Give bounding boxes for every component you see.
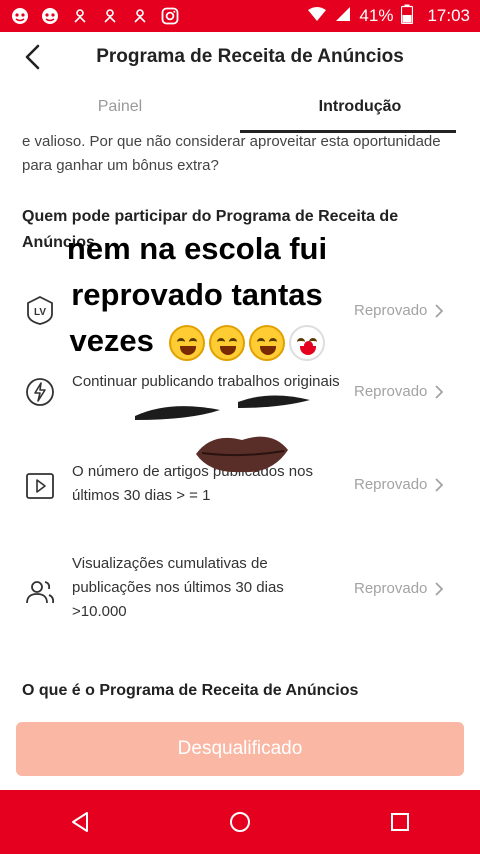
eyebrows-sticker	[135, 395, 310, 420]
tab-painel[interactable]: Painel	[0, 84, 240, 134]
laughing-emoji-icon	[168, 324, 205, 361]
system-nav-bar	[0, 790, 480, 854]
chevron-right-icon	[435, 384, 444, 399]
footer: Desqualificado	[0, 710, 480, 790]
back-triangle-icon[interactable]	[60, 802, 100, 842]
requirement-status: Reprovado	[354, 383, 444, 400]
disqualified-button[interactable]: Desqualificado	[16, 722, 464, 776]
back-icon[interactable]	[18, 42, 48, 72]
status-right: 41% 17:03	[307, 4, 470, 29]
notification-icon	[100, 6, 120, 26]
laughing-emoji-icon	[208, 324, 245, 361]
signal-icon	[335, 6, 351, 27]
instagram-icon	[160, 6, 180, 26]
users-icon	[24, 576, 56, 608]
lightning-icon	[24, 376, 56, 408]
requirement-status: Reprovado	[354, 580, 444, 597]
clock: 17:03	[427, 6, 470, 25]
active-tab-indicator	[240, 130, 456, 133]
status-bar: 41% 17:03	[0, 0, 480, 32]
notification-icon	[70, 6, 90, 26]
app-icon	[10, 6, 30, 26]
play-icon	[24, 470, 56, 502]
chevron-right-icon	[435, 581, 444, 596]
notification-icon	[130, 6, 150, 26]
requirement-text: Visualizações cumulativas de publicações…	[72, 555, 284, 620]
requirement-status: Reprovado	[354, 476, 444, 493]
recents-square-icon[interactable]	[380, 802, 420, 842]
battery-percent: 41%	[359, 6, 394, 25]
level-badge-icon: LV	[24, 294, 56, 326]
chevron-right-icon	[435, 477, 444, 492]
battery-icon	[401, 4, 414, 29]
app-header: Programa de Receita de Anúncios	[0, 32, 480, 82]
meme-caption-overlay: nem na escola fui reprovado tantas vezes	[62, 226, 332, 364]
page-title: Programa de Receita de Anúncios	[96, 46, 404, 67]
status-left-icons	[10, 6, 180, 26]
tab-bar: Painel Introdução	[0, 84, 480, 134]
emoji-row	[168, 324, 325, 361]
svg-text:LV: LV	[34, 307, 46, 318]
laughing-emoji-icon	[248, 324, 285, 361]
lips-sticker	[196, 436, 288, 473]
requirement-status: Reprovado	[354, 302, 444, 319]
home-circle-icon[interactable]	[220, 802, 260, 842]
wifi-icon	[307, 6, 327, 27]
app-icon	[40, 6, 60, 26]
chevron-right-icon	[435, 303, 444, 318]
requirement-row[interactable]: Visualizações cumulativas de publicações…	[0, 552, 480, 632]
intro-paragraph: e valioso. Por que não considerar aprove…	[22, 134, 441, 174]
clown-emoji-icon	[288, 324, 325, 361]
tab-introducao[interactable]: Introdução	[240, 84, 480, 134]
what-is-program-heading: O que é o Programa de Receita de Anúncio…	[22, 682, 359, 699]
